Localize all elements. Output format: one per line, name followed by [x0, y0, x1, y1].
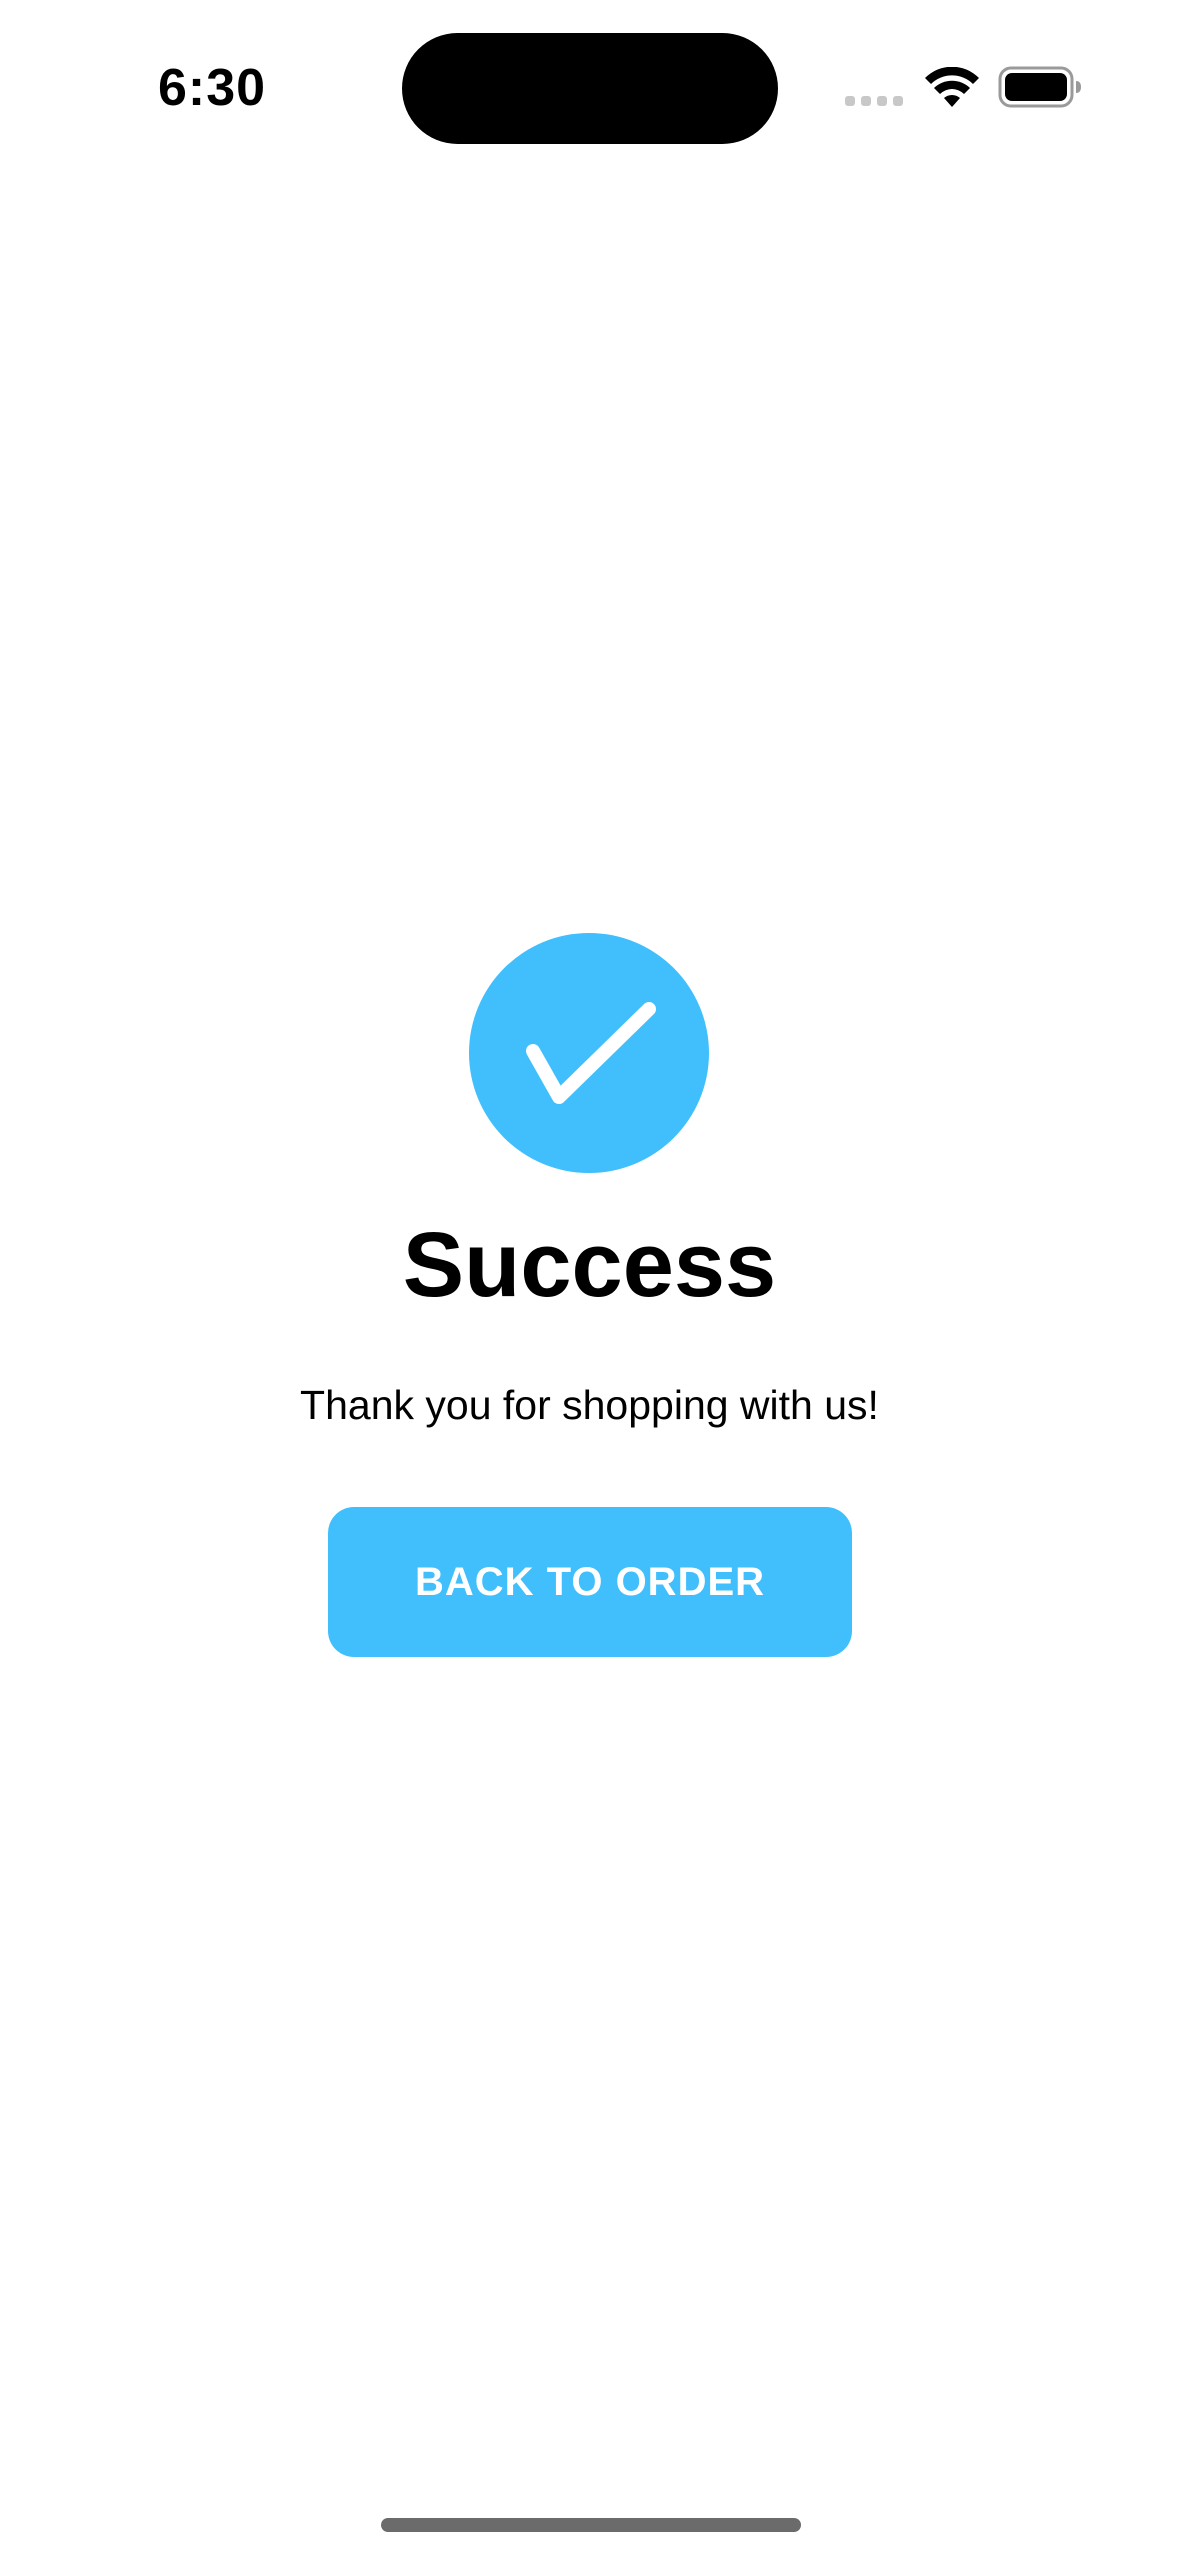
status-time: 6:30 — [158, 59, 267, 117]
checkmark-circle-icon — [469, 933, 709, 1173]
back-to-order-button[interactable]: BACK TO ORDER — [328, 1507, 852, 1657]
signal-dots-icon — [845, 96, 905, 106]
wifi-icon — [925, 67, 979, 107]
home-indicator[interactable] — [381, 2518, 801, 2532]
dynamic-island — [402, 33, 778, 144]
battery-icon — [998, 66, 1081, 108]
success-screen: 6:30 Success Thank you for shopping with… — [0, 0, 1179, 2556]
success-message: Thank you for shopping with us! — [300, 1382, 879, 1428]
page-title: Success — [402, 1214, 777, 1316]
